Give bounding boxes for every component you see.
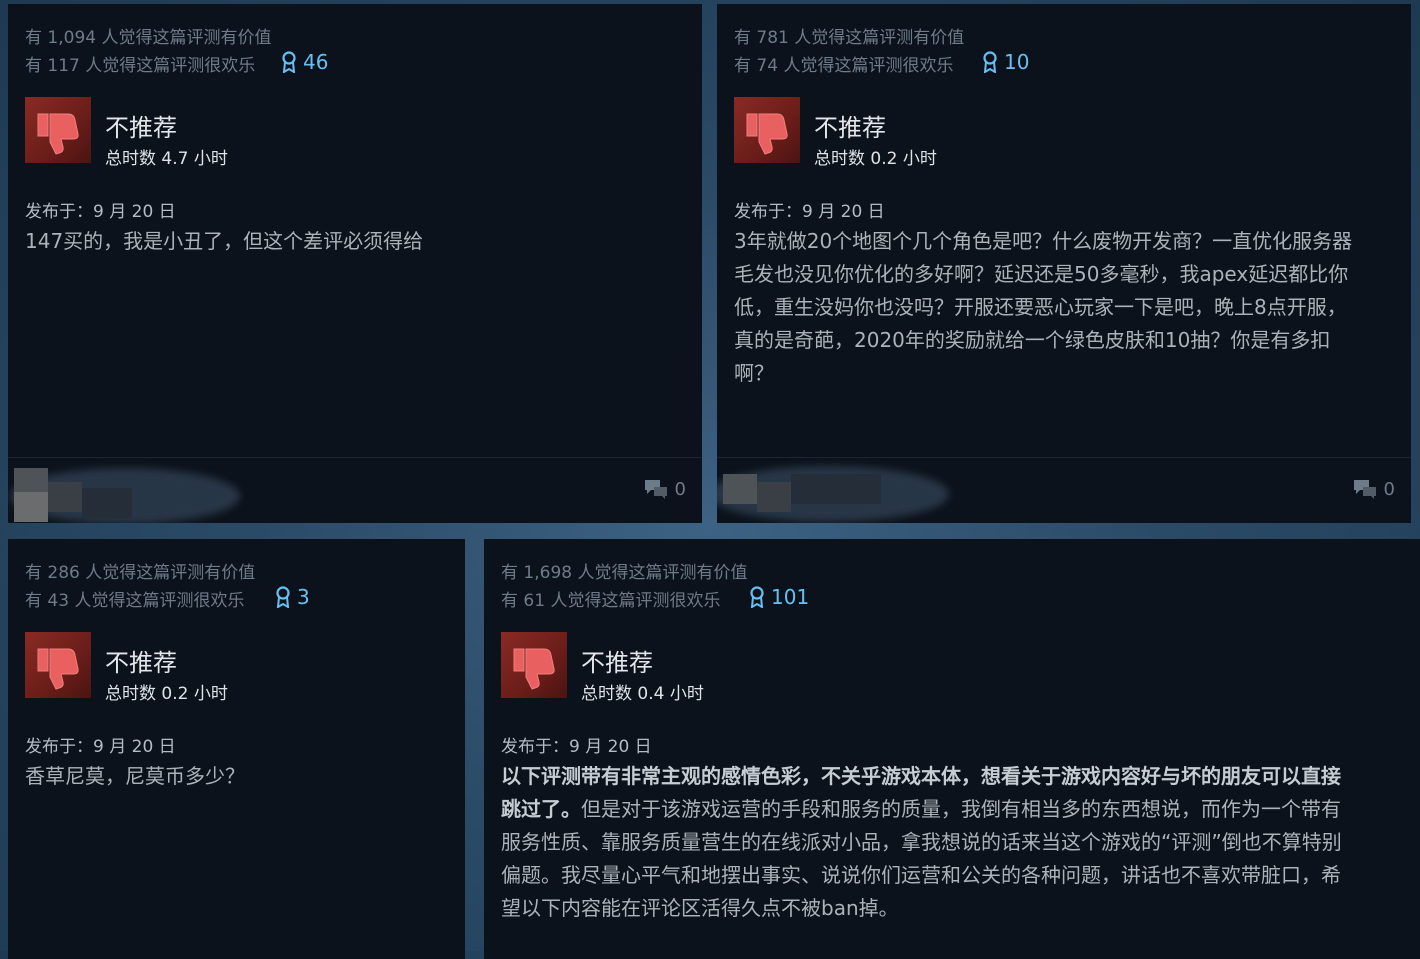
playtime: 总时数 4.7 小时 (105, 149, 228, 169)
verdict-title: 不推荐 (814, 114, 886, 142)
review-text-segment: 但是对于该游戏运营的手段和服务的质量，我倒有相当多的东西想说，而作为一个带有 (581, 797, 1341, 821)
helpful-count: 有 286 人觉得这篇评测有价值 (25, 563, 256, 583)
playtime: 总时数 0.2 小时 (105, 684, 228, 704)
review-card: 有 781 人觉得这篇评测有价值 有 74 人觉得这篇评测很欢乐 10 不推荐 … (717, 4, 1411, 523)
thumbs-down-icon (734, 97, 800, 163)
award-badge[interactable]: 10 (982, 50, 1029, 74)
review-card: 有 1,094 人觉得这篇评测有价值 有 117 人觉得这篇评测很欢乐 46 不… (8, 4, 702, 523)
blurred-avatar (717, 460, 969, 523)
review-line: 真的是奇葩，2020年的奖励就给一个绿色皮肤和10抽？你是有多扣 (734, 328, 1331, 352)
comment-count: 0 (674, 478, 686, 500)
review-text: 3年就做20个地图个几个角色是吧？什么废物开发商？一直优化服务器 毛发也没见你优… (734, 225, 1397, 390)
posted-date: 发布于：9 月 20 日 (25, 737, 176, 757)
helpful-count: 有 1,698 人觉得这篇评测有价值 (501, 563, 748, 583)
review-line: 望以下内容能在评论区活得久点不被ban掉。 (501, 896, 899, 920)
verdict-title: 不推荐 (105, 649, 177, 677)
review-line: 跳过了。但是对于该游戏运营的手段和服务的质量，我倒有相当多的东西想说，而作为一个… (501, 793, 1406, 826)
funny-count: 有 61 人觉得这篇评测很欢乐 (501, 591, 721, 611)
thumbs-down-icon (25, 632, 91, 698)
award-ribbon-icon (282, 51, 296, 73)
award-count: 46 (303, 50, 329, 74)
award-ribbon-icon (276, 586, 290, 608)
funny-count: 有 117 人觉得这篇评测很欢乐 (25, 56, 256, 76)
review-card: 有 286 人觉得这篇评测有价值 有 43 人觉得这篇评测很欢乐 3 不推荐 总… (8, 539, 465, 959)
helpful-count: 有 1,094 人觉得这篇评测有价值 (25, 28, 272, 48)
review-line: 啊？ (734, 361, 774, 385)
playtime: 总时数 0.2 小时 (814, 149, 937, 169)
review-line: 3年就做20个地图个几个角色是吧？什么废物开发商？一直优化服务器 (734, 229, 1353, 253)
verdict-title: 不推荐 (581, 649, 653, 677)
review-card: 有 1,698 人觉得这篇评测有价值 有 61 人觉得这篇评测很欢乐 101 不… (484, 539, 1420, 959)
funny-count: 有 74 人觉得这篇评测很欢乐 (734, 56, 954, 76)
thumbs-down-icon (501, 632, 567, 698)
award-badge[interactable]: 3 (275, 585, 310, 609)
award-count: 101 (771, 585, 810, 609)
award-count: 3 (297, 585, 310, 609)
verdict-title: 不推荐 (105, 114, 177, 142)
funny-count: 有 43 人觉得这篇评测很欢乐 (25, 591, 245, 611)
posted-date: 发布于：9 月 20 日 (25, 202, 176, 222)
review-bold-text: 以下评测带有非常主观的感情色彩，不关乎游戏本体，想看关于游戏内容好与坏的朋友可以… (501, 764, 1341, 788)
helpful-count: 有 781 人觉得这篇评测有价值 (734, 28, 965, 48)
playtime: 总时数 0.4 小时 (581, 684, 704, 704)
posted-date: 发布于：9 月 20 日 (734, 202, 885, 222)
review-text: 以下评测带有非常主观的感情色彩，不关乎游戏本体，想看关于游戏内容好与坏的朋友可以… (501, 760, 1406, 925)
award-ribbon-icon (750, 586, 764, 608)
comment-button[interactable]: 0 (1352, 478, 1395, 500)
review-line: 服务性质、靠服务质量营生的在线派对小品，拿我想说的话来当这个游戏的“评测”倒也不… (501, 830, 1342, 854)
award-ribbon-icon (983, 51, 997, 73)
review-text: 147买的，我是小丑了，但这个差评必须得给 (25, 229, 424, 253)
posted-date: 发布于：9 月 20 日 (501, 737, 652, 757)
award-count: 10 (1004, 50, 1030, 74)
comment-bubble-icon (1353, 480, 1376, 499)
award-badge[interactable]: 101 (749, 585, 809, 609)
award-badge[interactable]: 46 (281, 50, 328, 74)
comment-count: 0 (1383, 478, 1395, 500)
review-line: 毛发也没见你优化的多好啊？延迟还是50多毫秒，我apex延迟都比你 (734, 262, 1349, 286)
comment-bubble-icon (644, 480, 667, 499)
comment-button[interactable]: 0 (643, 478, 686, 500)
blurred-avatar (8, 460, 260, 523)
review-bold-text: 跳过了。 (501, 797, 581, 821)
review-line: 低，重生没妈你也没吗？开服还要恶心玩家一下是吧，晚上8点开服， (734, 295, 1347, 319)
review-line: 以下评测带有非常主观的感情色彩，不关乎游戏本体，想看关于游戏内容好与坏的朋友可以… (501, 760, 1406, 793)
review-text: 香草尼莫，尼莫币多少？ (25, 764, 245, 788)
thumbs-down-icon (25, 97, 91, 163)
review-line: 偏题。我尽量心平气和地摆出事实、说说你们运营和公关的各种问题，讲话也不喜欢带脏口… (501, 863, 1341, 887)
